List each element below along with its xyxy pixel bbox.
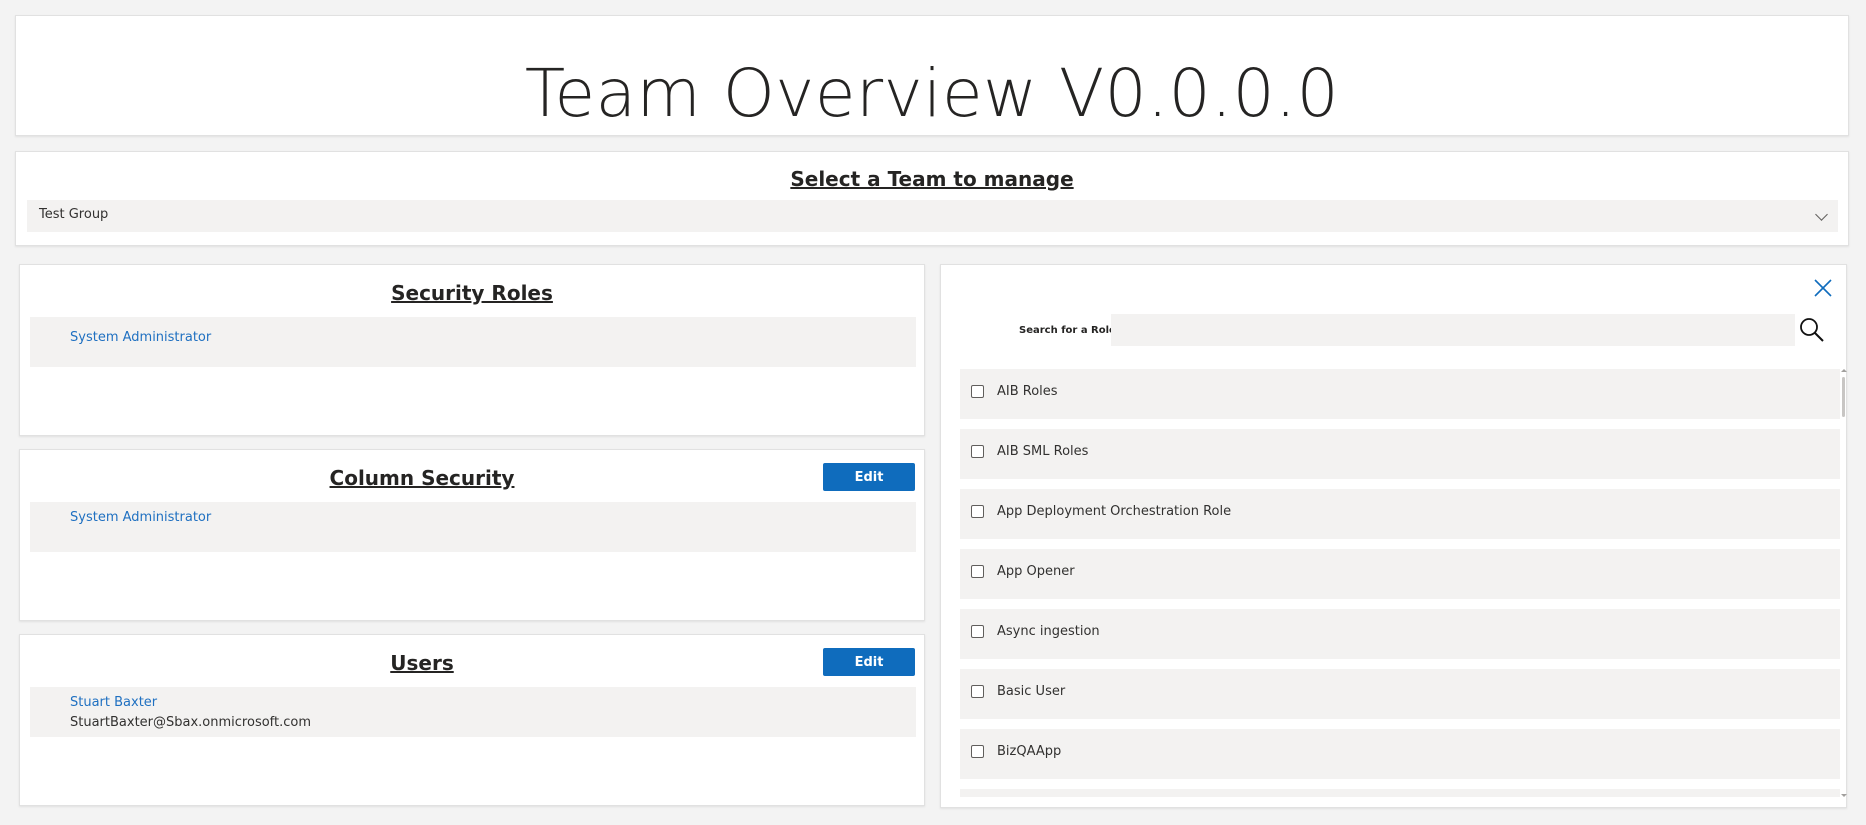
app-title: Team Overview V0.0.0.0 [524,55,1340,132]
role-label: App Opener [997,564,1075,579]
checkbox-icon[interactable] [971,505,984,518]
scroll-thumb[interactable] [1842,377,1845,417]
column-security-role-name[interactable]: System Administrator [70,510,211,525]
role-label: BizQAApp [997,744,1062,759]
user-email: StuartBaxter@Sbax.onmicrosoft.com [70,715,312,730]
team-select-card: Select a Team to manage Test Group [15,151,1849,246]
role-label: Async ingestion [997,624,1100,639]
search-label: Search for a Role [1019,325,1116,336]
security-role-item[interactable]: System Administrator [30,317,916,367]
role-row[interactable]: AIB Roles [960,369,1840,419]
role-row[interactable]: BizQAApp [960,729,1840,779]
user-item[interactable]: Stuart Baxter StuartBaxter@Sbax.onmicros… [30,687,916,737]
role-picker-panel: Search for a Role AIB Roles AIB SML Role… [940,264,1847,808]
security-roles-panel: Security Roles System Administrator [19,264,925,436]
security-role-name[interactable]: System Administrator [70,330,211,345]
role-search-input[interactable] [1111,314,1795,346]
role-label: App Deployment Orchestration Role [997,504,1232,519]
role-list-scrollbar[interactable] [1841,369,1847,797]
checkbox-icon[interactable] [971,565,984,578]
security-roles-title: Security Roles [391,281,553,305]
role-row[interactable]: Async ingestion [960,609,1840,659]
checkbox-icon[interactable] [971,625,984,638]
users-edit-button[interactable]: Edit [823,648,915,676]
team-dropdown[interactable]: Test Group [27,200,1838,232]
role-row-partial [960,789,1840,797]
role-label: AIB Roles [997,384,1058,399]
close-icon[interactable] [1812,277,1834,299]
users-title: Users [390,651,454,675]
scroll-up-arrow-icon[interactable] [1841,369,1847,372]
role-list[interactable]: AIB Roles AIB SML Roles App Deployment O… [960,369,1846,797]
team-select-label: Select a Team to manage [790,167,1074,191]
header-card: Team Overview V0.0.0.0 [15,15,1849,136]
column-security-title: Column Security [329,466,515,490]
search-icon[interactable] [1794,314,1830,346]
users-panel: Users Edit Stuart Baxter StuartBaxter@Sb… [19,634,925,806]
role-row[interactable]: Basic User [960,669,1840,719]
user-name[interactable]: Stuart Baxter [70,695,157,710]
role-label: AIB SML Roles [997,444,1089,459]
column-security-edit-button[interactable]: Edit [823,463,915,491]
column-security-panel: Column Security Edit System Administrato… [19,449,925,621]
checkbox-icon[interactable] [971,685,984,698]
checkbox-icon[interactable] [971,445,984,458]
role-row[interactable]: App Deployment Orchestration Role [960,489,1840,539]
scroll-down-arrow-icon[interactable] [1841,794,1847,797]
checkbox-icon[interactable] [971,385,984,398]
checkbox-icon[interactable] [971,745,984,758]
chevron-down-icon[interactable] [1815,208,1828,221]
team-dropdown-value: Test Group [39,207,109,222]
column-security-item[interactable]: System Administrator [30,502,916,552]
role-row[interactable]: AIB SML Roles [960,429,1840,479]
role-label: Basic User [997,684,1066,699]
role-row[interactable]: App Opener [960,549,1840,599]
